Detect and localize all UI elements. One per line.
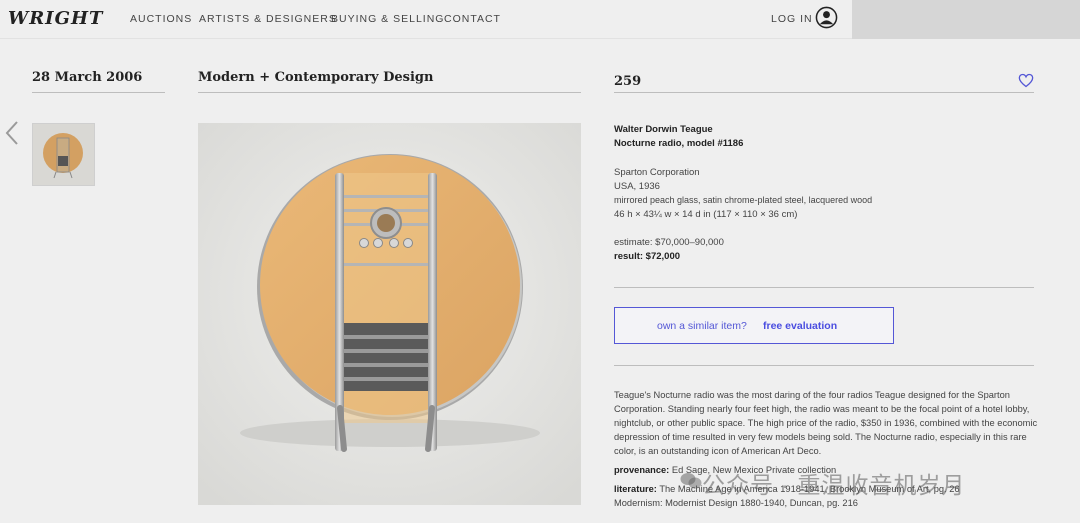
lot-result: result: $72,000: [614, 251, 681, 262]
watermark-text: 公众号 · 重温收音机岁月: [702, 472, 966, 498]
nav-auctions[interactable]: AUCTIONS: [130, 13, 192, 25]
lot-main-image[interactable]: [198, 123, 581, 505]
free-evaluation-button[interactable]: own a similar item? free evaluation: [614, 307, 894, 344]
description-text: Teague's Nocturne radio was the most dar…: [614, 390, 1038, 456]
provenance-label: provenance:: [614, 465, 670, 475]
evaluation-question: own a similar item?: [657, 320, 747, 332]
lot-number: 259: [614, 74, 642, 89]
lot-designer[interactable]: Walter Dorwin Teague: [614, 124, 713, 135]
heart-icon[interactable]: [1018, 73, 1034, 88]
divider: [198, 92, 581, 93]
top-nav: WRIGHT AUCTIONS ARTISTS & DESIGNERS BUYI…: [0, 0, 1080, 39]
nav-contact[interactable]: CONTACT: [444, 13, 501, 25]
nocturne-radio-illustration: [198, 123, 581, 505]
login-link[interactable]: LOG IN: [771, 13, 813, 25]
lot-item-title: Nocturne radio, model #1186: [614, 138, 744, 149]
wright-logo[interactable]: WRIGHT: [8, 8, 103, 29]
lot-materials: mirrored peach glass, satin chrome-plate…: [614, 195, 873, 205]
nav-gray-panel: [852, 0, 1080, 39]
lot-dimensions: 46 h × 43¼ w × 14 d in (117 × 110 × 36 c…: [614, 209, 798, 220]
divider: [614, 92, 1034, 93]
lot-thumbnail[interactable]: [32, 123, 95, 186]
free-evaluation-link[interactable]: free evaluation: [763, 320, 837, 332]
nav-artists-designers[interactable]: ARTISTS & DESIGNERS: [199, 13, 337, 25]
divider: [614, 365, 1034, 366]
lot-origin: USA, 1936: [614, 181, 660, 192]
lot-maker: Sparton Corporation: [614, 167, 700, 178]
user-icon[interactable]: [815, 6, 838, 29]
nav-buying-selling[interactable]: BUYING & SELLING: [331, 13, 444, 25]
chevron-left-icon[interactable]: [4, 120, 20, 146]
auction-date: 28 March 2006: [32, 70, 143, 85]
literature-label: literature:: [614, 484, 657, 494]
auction-title: Modern + Contemporary Design: [198, 70, 434, 85]
divider: [614, 287, 1034, 288]
lot-estimate: estimate: $70,000–90,000: [614, 237, 724, 248]
wechat-icon: [680, 473, 702, 489]
divider: [32, 92, 165, 93]
